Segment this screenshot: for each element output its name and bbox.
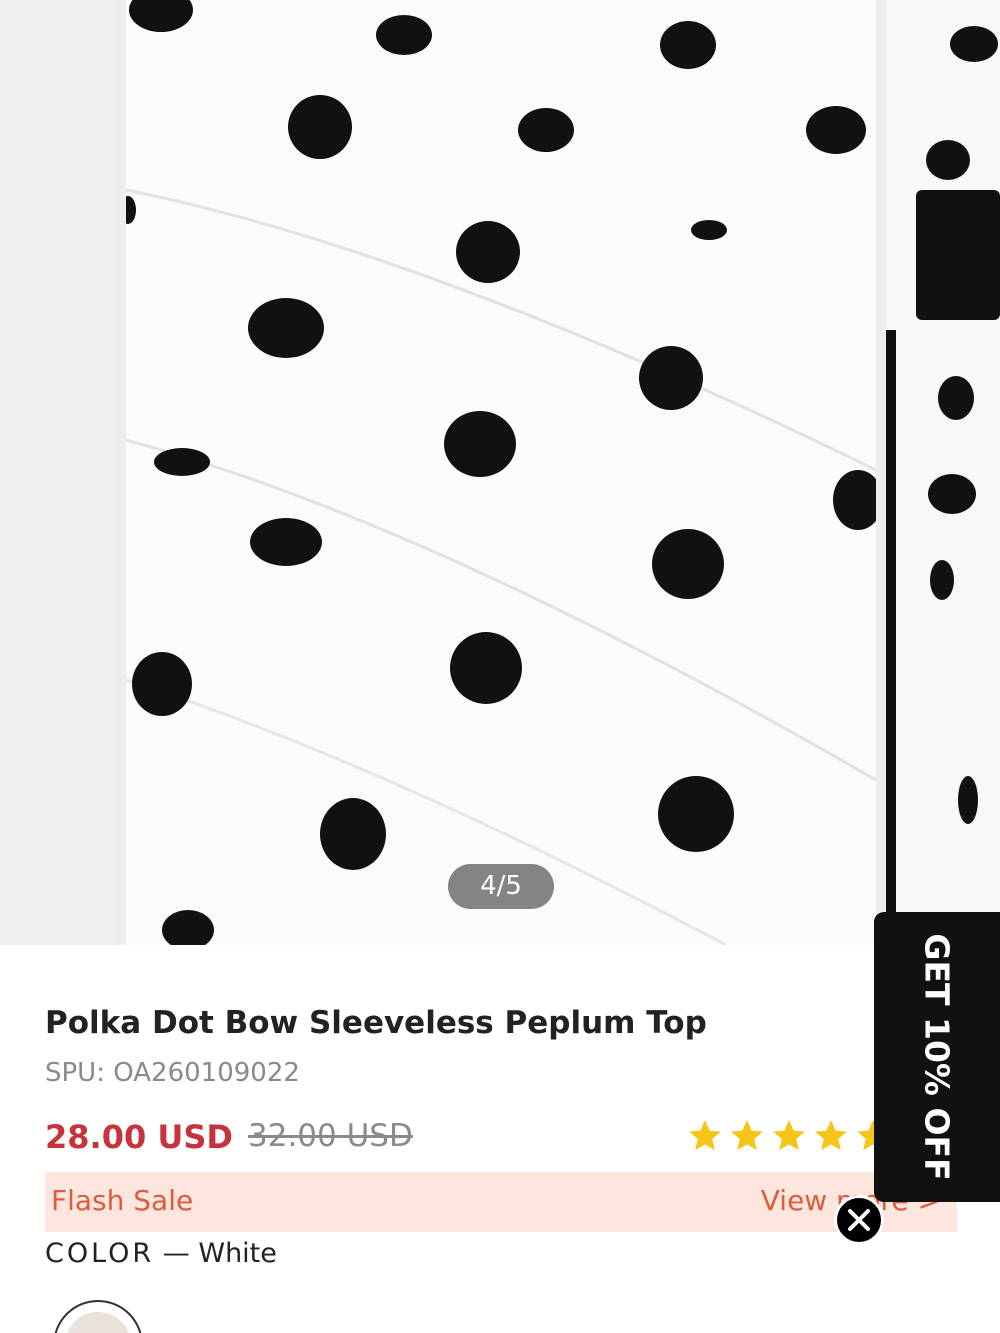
sale-price: 28.00 USD <box>45 1118 233 1156</box>
next-slide[interactable] <box>886 0 1000 945</box>
original-price: 32.00 USD <box>248 1118 413 1154</box>
color-label: COLOR <box>45 1238 155 1269</box>
rating-stars[interactable] <box>686 1117 892 1155</box>
product-title: Polka Dot Bow Sleeveless Peplum Top <box>45 1005 707 1041</box>
slide-counter: 4/5 <box>448 864 554 909</box>
promo-text: GET 10% OFF <box>917 933 957 1181</box>
product-image[interactable]: 4/5 <box>126 0 876 945</box>
star-icon <box>731 1120 763 1151</box>
product-spu: SPU: OA260109022 <box>45 1058 300 1088</box>
swatch-thumbnail <box>65 1312 131 1333</box>
next-product-image <box>886 0 1000 945</box>
promo-close-button[interactable] <box>834 1195 884 1245</box>
image-gallery[interactable]: 4/5 <box>0 0 1000 945</box>
polka-dot-fabric-image <box>126 0 876 945</box>
previous-slide[interactable] <box>0 0 116 945</box>
flash-sale-banner[interactable]: Flash Sale View more > <box>45 1172 957 1232</box>
color-selector-label: COLOR — White <box>45 1238 277 1269</box>
discount-promo-tab[interactable]: GET 10% OFF <box>874 912 1000 1202</box>
color-value: White <box>198 1238 277 1269</box>
color-separator: — <box>154 1238 199 1269</box>
close-icon <box>848 1209 870 1231</box>
flash-sale-label: Flash Sale <box>51 1184 194 1217</box>
star-icon <box>689 1120 721 1151</box>
star-icon <box>815 1120 847 1151</box>
star-icon <box>773 1120 805 1151</box>
